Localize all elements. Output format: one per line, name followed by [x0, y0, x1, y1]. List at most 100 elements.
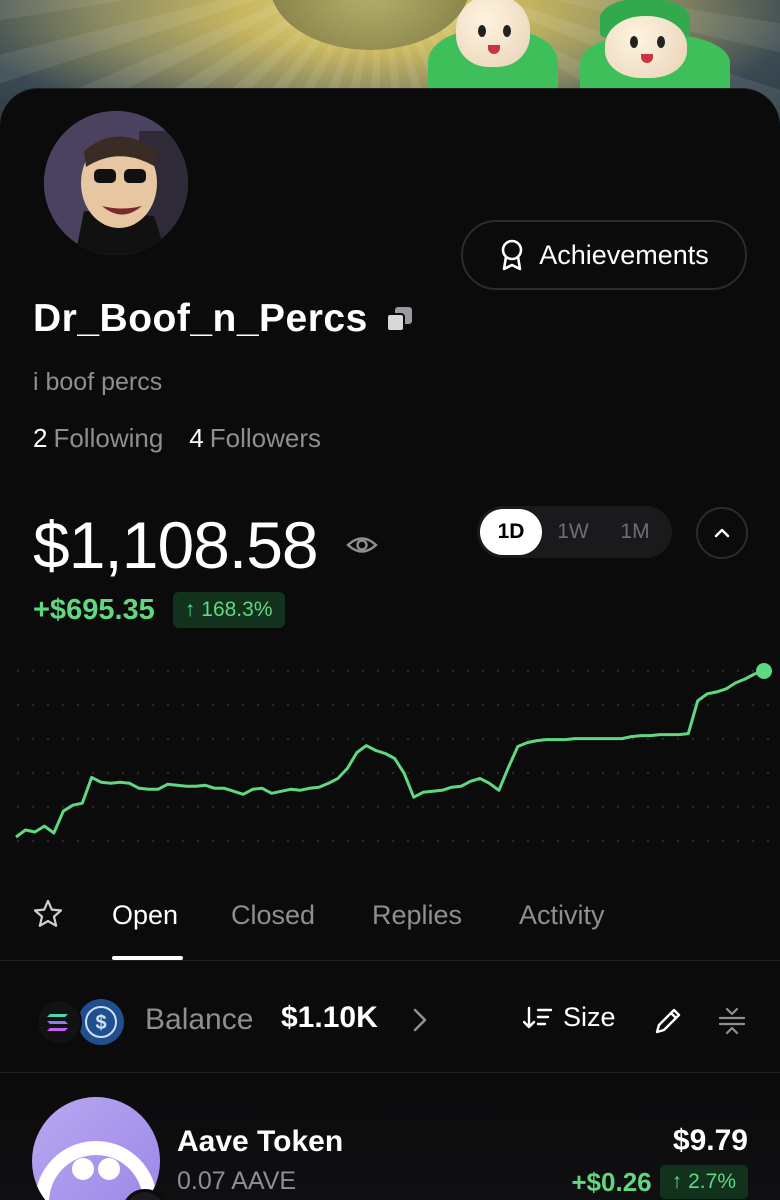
chart-grid-dot [121, 737, 125, 741]
balance-value[interactable]: $1.10K [281, 1001, 378, 1035]
chart-grid-dot [571, 669, 575, 673]
chart-grid-dot [376, 805, 380, 809]
chart-grid-dot [361, 805, 365, 809]
chart-grid-dot [61, 703, 65, 707]
compact-icon[interactable] [718, 1007, 746, 1035]
chart-grid-dot [526, 669, 530, 673]
achievements-button[interactable]: Achievements [461, 220, 747, 290]
chart-grid-dot [121, 839, 125, 843]
username-row: Dr_Boof_n_Percs [33, 297, 414, 341]
range-1w[interactable]: 1W [542, 509, 604, 555]
chart-grid-dot [526, 737, 530, 741]
chart-grid-dot [556, 669, 560, 673]
eye-icon[interactable] [345, 534, 378, 556]
pnl-row: +$695.35 ↑ 168.3% [33, 592, 285, 628]
chart-grid-dot [466, 771, 470, 775]
chart-grid-dot [91, 771, 95, 775]
tab-open[interactable]: Open [112, 900, 178, 931]
chart-grid-dot [526, 839, 530, 843]
chart-grid-dot [46, 703, 50, 707]
following-link[interactable]: 2 Following [33, 423, 163, 454]
chart-grid-dot [751, 839, 755, 843]
chart-grid-dot [556, 839, 560, 843]
chart-grid-dot [766, 805, 770, 809]
chart-grid-dot [286, 771, 290, 775]
chart-grid-dot [541, 805, 545, 809]
chart-grid-dot [16, 839, 20, 843]
star-icon[interactable] [33, 899, 63, 929]
chart-grid-dot [406, 669, 410, 673]
chart-grid-dot [46, 805, 50, 809]
chart-grid-dot [541, 703, 545, 707]
chart-grid-dot [211, 737, 215, 741]
chart-grid-dot [256, 771, 260, 775]
chart-grid-dot [136, 839, 140, 843]
chart-grid-dot [436, 669, 440, 673]
tab-activity[interactable]: Activity [519, 900, 605, 931]
chart-grid-dot [226, 805, 230, 809]
chart-grid-dot [616, 839, 620, 843]
chart-grid-dot [61, 771, 65, 775]
avatar[interactable] [40, 107, 192, 259]
chart-grid-dot [721, 737, 725, 741]
collapse-chart-button[interactable] [696, 507, 748, 559]
chart-grid-dot [676, 839, 680, 843]
chart-grid-dot [286, 669, 290, 673]
position-row[interactable]: Aave Token 0.07 AAVE $9.79 +$0.26 ↑ 2.7% [0, 1075, 780, 1200]
pencil-icon[interactable] [652, 1005, 684, 1037]
chart-grid-dot [391, 805, 395, 809]
achievements-label: Achievements [539, 239, 709, 270]
solana-coin-icon [36, 999, 82, 1045]
chart-grid-dot [136, 669, 140, 673]
chart-grid-dot [466, 737, 470, 741]
chart-grid-dot [256, 805, 260, 809]
chart-grid-dot [76, 771, 80, 775]
chart-grid-dot [511, 771, 515, 775]
range-1m[interactable]: 1M [604, 509, 666, 555]
chart-grid-dot [346, 703, 350, 707]
pnl-percent-badge: ↑ 168.3% [172, 592, 285, 628]
chart-grid-dot [631, 703, 635, 707]
tab-replies[interactable]: Replies [372, 900, 462, 931]
follow-stats: 2 Following 4 Followers [33, 423, 321, 454]
token-value: $9.79 [672, 1124, 748, 1157]
token-name: Aave Token [177, 1125, 344, 1158]
chart-grid-dot [151, 703, 155, 707]
chart-grid-dot [391, 669, 395, 673]
chart-grid-dot [436, 839, 440, 843]
chart-grid-dot [361, 737, 365, 741]
chart-grid-dot [691, 703, 695, 707]
sort-size-button[interactable]: Size [523, 1002, 616, 1033]
followers-link[interactable]: 4 Followers [189, 423, 321, 454]
chart-grid-dot [721, 805, 725, 809]
chart-grid-dot [631, 805, 635, 809]
chart-grid-dot [766, 737, 770, 741]
chart-grid-dot [181, 737, 185, 741]
chart-grid-dot [331, 771, 335, 775]
followers-label: Followers [209, 423, 322, 453]
chart-grid-dot [316, 771, 320, 775]
chart-grid-dot [451, 737, 455, 741]
chart-grid-dot [46, 737, 50, 741]
token-change-percent: 2.7% [688, 1170, 736, 1193]
chart-grid-dot [586, 839, 590, 843]
chart-grid-dot [151, 805, 155, 809]
chevron-right-icon[interactable] [412, 1007, 428, 1033]
copy-icon[interactable] [385, 306, 414, 332]
range-1d[interactable]: 1D [480, 509, 542, 555]
chart-grid-dot [151, 771, 155, 775]
chart-grid-dot [556, 771, 560, 775]
chart-grid-dot [616, 771, 620, 775]
pnl-value: +$695.35 [33, 593, 155, 626]
chart-grid-dot [136, 805, 140, 809]
chart-grid-dot [481, 771, 485, 775]
chart-grid-dot [511, 737, 515, 741]
chart-grid-dot [376, 669, 380, 673]
chart-grid-dot [646, 839, 650, 843]
chart-grid-dot [691, 839, 695, 843]
chart-grid-dot [211, 703, 215, 707]
chart-grid-dot [676, 703, 680, 707]
chart-grid-dot [511, 703, 515, 707]
mascot-illustration [418, 0, 568, 110]
tab-closed[interactable]: Closed [231, 900, 315, 931]
